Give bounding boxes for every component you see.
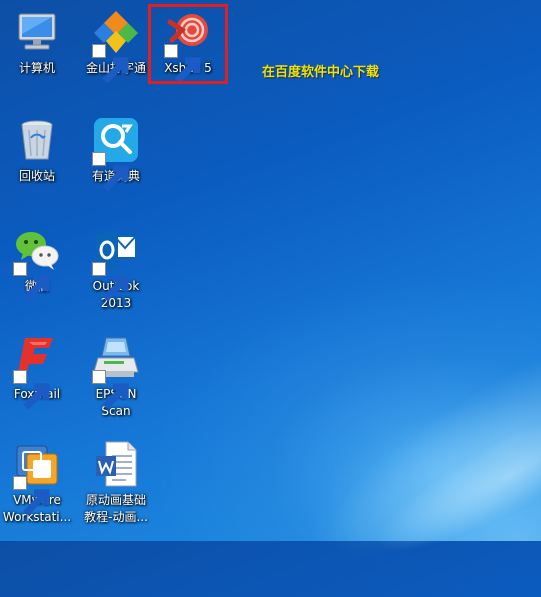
shortcut-arrow-icon (13, 262, 50, 302)
wallpaper-light-streak (298, 283, 541, 597)
computer-icon (13, 8, 61, 56)
desktop-icon-foxmail[interactable]: Foxmail (2, 334, 72, 410)
typing-tutor-icon (92, 8, 140, 84)
desktop-icon-computer[interactable]: 计算机 (2, 8, 72, 77)
shortcut-arrow-icon (13, 476, 50, 516)
wallpaper-light-streak (361, 373, 541, 577)
wechat-icon (13, 226, 61, 302)
desktop-icon-outlook[interactable]: Outlook 2013 (81, 226, 151, 312)
desktop-icon-recycle-bin[interactable]: 回收站 (2, 116, 72, 185)
youdao-dict-icon (92, 116, 140, 192)
epson-scan-icon (92, 334, 140, 410)
word-document-icon (92, 440, 140, 488)
shortcut-arrow-icon (92, 44, 129, 84)
outlook-icon (92, 226, 140, 302)
annotation-text: 在百度软件中心下载 (262, 65, 380, 80)
desktop-icon-vmware[interactable]: VMware Workstati... (2, 440, 72, 526)
foxmail-icon (13, 334, 61, 410)
recycle-bin-icon (13, 116, 61, 164)
desktop-icon-wechat[interactable]: 微信 (2, 226, 72, 302)
desktop-icon-label: 回收站 (18, 169, 55, 183)
desktop-icon-typing-tutor[interactable]: 金山打字通 (81, 8, 151, 84)
desktop-icon-epson-scan[interactable]: EPSON Scan (81, 334, 151, 420)
highlight-box (148, 4, 228, 84)
shortcut-arrow-icon (92, 262, 129, 302)
desktop-icon-youdao-dict[interactable]: 有道词典 (81, 116, 151, 192)
desktop-icon-word-document[interactable]: 原动画基础 教程-动画... (81, 440, 151, 526)
shortcut-arrow-icon (13, 370, 50, 410)
desktop-icon-label: 计算机 (18, 61, 55, 75)
desktop-icon-label: 原动画基础 教程-动画... (84, 493, 148, 524)
vmware-icon (13, 440, 61, 516)
shortcut-arrow-icon (92, 370, 129, 410)
shortcut-arrow-icon (92, 152, 129, 192)
